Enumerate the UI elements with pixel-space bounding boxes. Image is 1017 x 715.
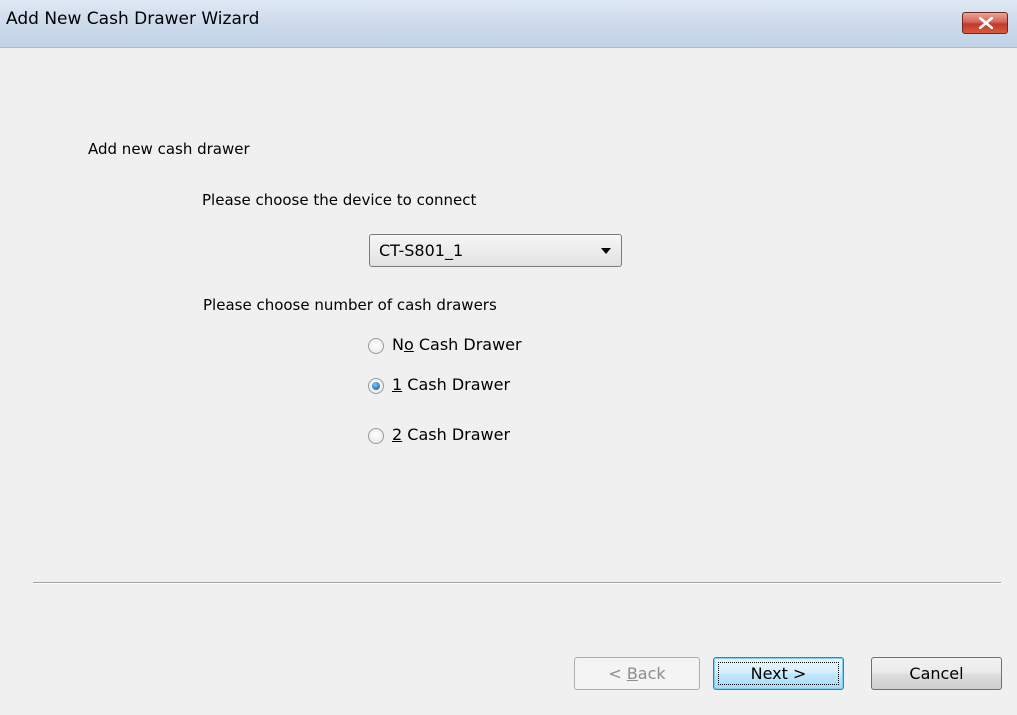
footer-separator: [33, 582, 1001, 584]
radio-button-selected[interactable]: [368, 378, 384, 394]
radio-button[interactable]: [368, 338, 384, 354]
device-select-value: CT-S801_1: [379, 241, 464, 260]
window-title: Add New Cash Drawer Wizard: [6, 9, 260, 29]
title-bar: Add New Cash Drawer Wizard: [0, 0, 1017, 48]
cancel-button[interactable]: Cancel: [871, 657, 1002, 690]
device-label: Please choose the device to connect: [202, 191, 477, 209]
back-button[interactable]: < Back: [574, 657, 700, 690]
radio-1-cash-drawer[interactable]: 1 Cash Drawer: [368, 375, 538, 399]
radio-label: 2 Cash Drawer: [392, 425, 511, 444]
next-button[interactable]: Next >: [713, 657, 844, 690]
focus-rect: [718, 662, 839, 685]
radio-label: No Cash Drawer: [392, 335, 522, 354]
radio-button[interactable]: [368, 428, 384, 444]
radio-2-cash-drawer[interactable]: 2 Cash Drawer: [368, 425, 538, 449]
close-x-icon: [979, 17, 993, 29]
chevron-down-icon: [601, 248, 611, 254]
page-heading: Add new cash drawer: [88, 140, 250, 158]
close-button[interactable]: [962, 12, 1008, 34]
device-select[interactable]: CT-S801_1: [369, 234, 622, 267]
radio-no-cash-drawer[interactable]: No Cash Drawer: [368, 335, 558, 359]
drawer-count-label: Please choose number of cash drawers: [203, 296, 497, 314]
radio-label: 1 Cash Drawer: [392, 375, 511, 394]
